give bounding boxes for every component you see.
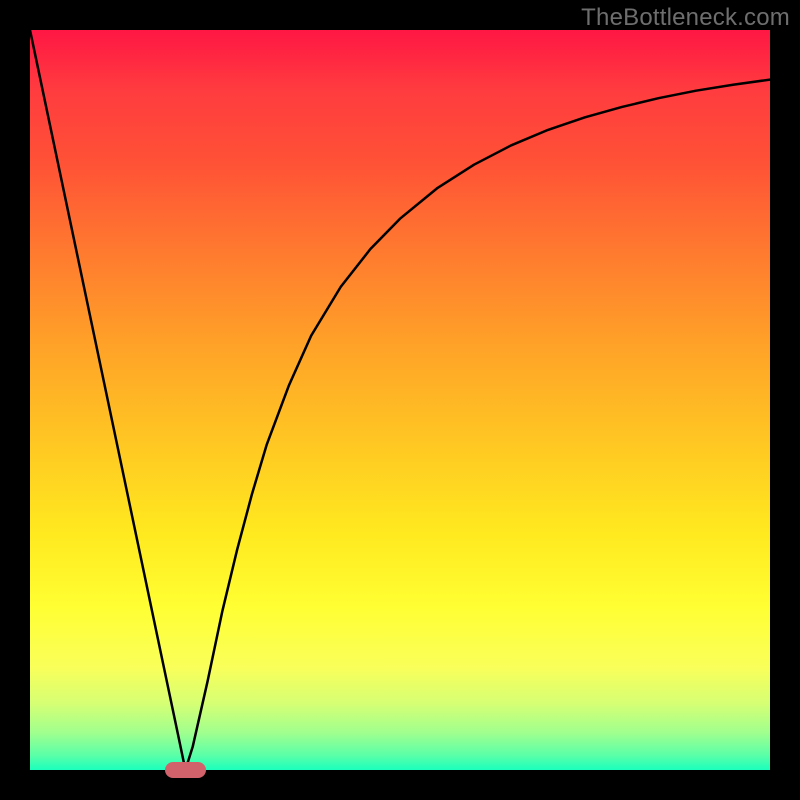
optimal-marker	[165, 762, 206, 778]
watermark-text: TheBottleneck.com	[581, 4, 790, 32]
curve-layer	[30, 30, 770, 770]
chart-frame: TheBottleneck.com	[0, 0, 800, 800]
plot-area	[30, 30, 770, 770]
bottleneck-curve	[30, 30, 770, 770]
